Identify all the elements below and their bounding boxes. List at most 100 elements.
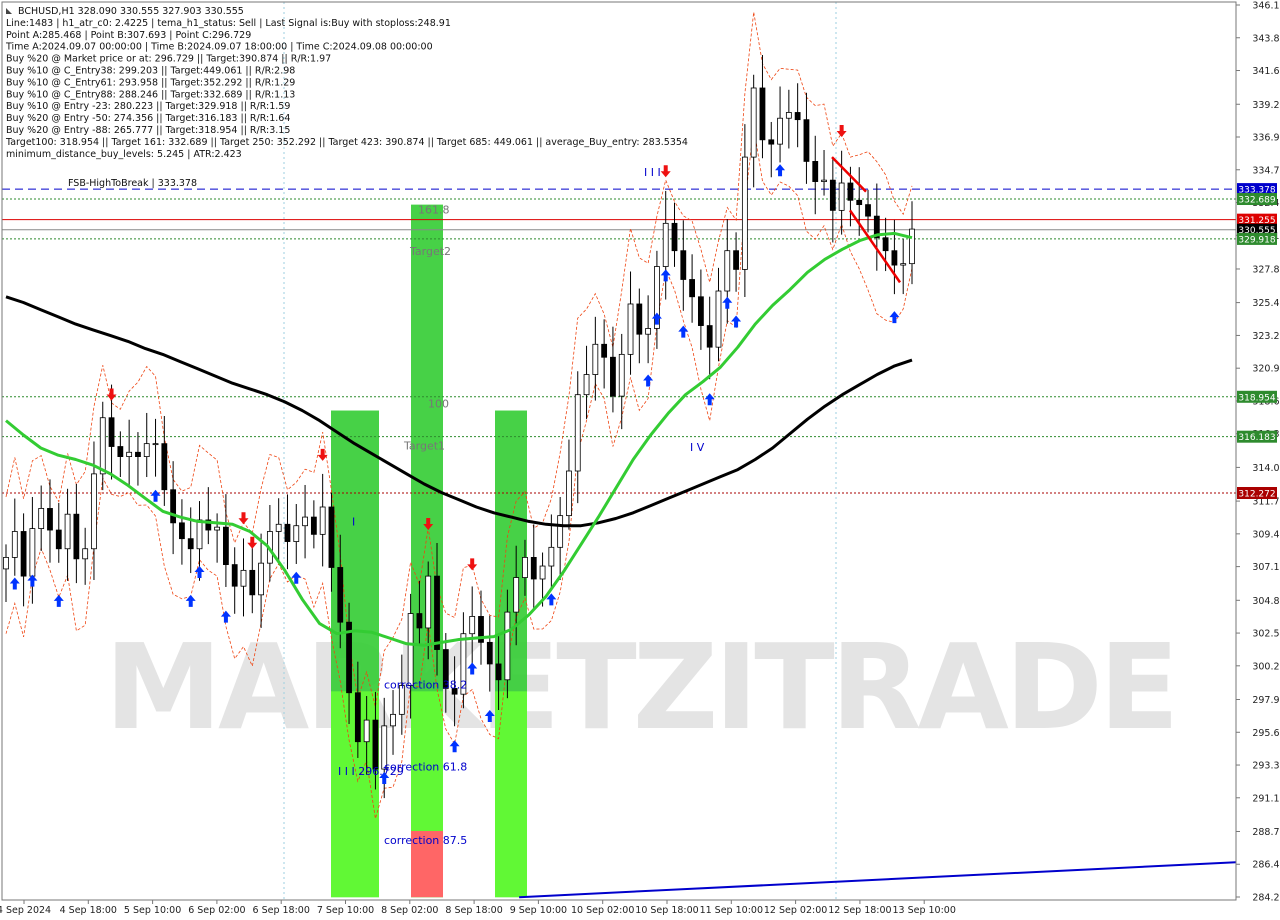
candle bbox=[566, 439, 572, 530]
symbol-triangle-icon bbox=[6, 8, 12, 14]
price-tag-label: 312.272 bbox=[1238, 490, 1275, 500]
fib-bar-lower-3 bbox=[495, 691, 527, 898]
candle-body bbox=[583, 374, 590, 396]
candle bbox=[99, 401, 106, 491]
candle bbox=[170, 461, 177, 555]
x-tick-label: 9 Sep 10:00 bbox=[510, 905, 567, 916]
y-tick-label: 302.545 bbox=[1252, 629, 1280, 640]
candle-body bbox=[231, 564, 238, 587]
candle bbox=[741, 124, 748, 298]
x-tick-label: 7 Sep 10:00 bbox=[317, 905, 374, 916]
candle-body bbox=[566, 470, 572, 517]
candle-body bbox=[829, 179, 836, 211]
candle bbox=[733, 232, 739, 292]
header-info-layer: BCHUSD,H1 328.090 330.555 327.903 330.55… bbox=[5, 6, 688, 160]
annotation-correction: correction 87.5 bbox=[384, 834, 467, 847]
candle bbox=[785, 89, 792, 149]
buy-arrow-icon bbox=[643, 374, 654, 387]
sell-arrow-icon bbox=[238, 512, 249, 525]
candle bbox=[750, 74, 757, 188]
candle-body bbox=[592, 343, 599, 375]
candle bbox=[64, 488, 71, 581]
header-line: Buy %20 @ Entry -50: 274.356 || Target:3… bbox=[6, 113, 290, 124]
candle-body bbox=[99, 417, 106, 475]
candle-body bbox=[900, 263, 907, 266]
buy-arrow-icon bbox=[731, 315, 742, 328]
annotation-fib: Target2 bbox=[409, 245, 451, 258]
candle bbox=[873, 183, 880, 271]
candle bbox=[618, 333, 625, 430]
candle bbox=[803, 92, 810, 184]
candle-body bbox=[170, 489, 177, 524]
candle bbox=[865, 189, 871, 233]
y-tick-label: 336.995 bbox=[1252, 133, 1280, 144]
candle-body bbox=[522, 556, 528, 578]
candle-body bbox=[319, 506, 326, 535]
candle-body bbox=[530, 556, 537, 580]
x-tick-label: 10 Sep 02:00 bbox=[571, 905, 634, 916]
annotation-wave: I I I 296.729 bbox=[338, 765, 404, 778]
annotation-fib: Target1 bbox=[403, 439, 445, 452]
candle-body bbox=[73, 513, 80, 560]
candle-body bbox=[223, 526, 229, 565]
candle-body bbox=[126, 451, 133, 458]
candle bbox=[530, 524, 537, 610]
y-tick-label: 323.215 bbox=[1252, 331, 1280, 342]
candle bbox=[759, 54, 766, 159]
buy-arrow-icon bbox=[27, 574, 38, 587]
x-tick-label: 4 Sep 2024 bbox=[0, 905, 51, 916]
candle-body bbox=[64, 513, 71, 550]
candle-body bbox=[434, 575, 440, 650]
y-tick-label: 300.270 bbox=[1252, 661, 1280, 672]
candle bbox=[135, 432, 141, 486]
header-line: Buy %20 @ Entry -88: 265.777 || Target:3… bbox=[6, 125, 290, 136]
candle-body bbox=[328, 506, 335, 568]
candle-body bbox=[425, 575, 432, 629]
candle-body bbox=[777, 117, 783, 145]
candle bbox=[812, 135, 819, 215]
candle-body bbox=[240, 569, 247, 587]
candle-body bbox=[671, 222, 678, 252]
candle-body bbox=[706, 325, 713, 348]
price-tag-label: 316.183 bbox=[1238, 433, 1275, 443]
candle-body bbox=[416, 613, 423, 629]
y-tick-label: 288.765 bbox=[1252, 827, 1280, 838]
y-tick-label: 339.270 bbox=[1252, 100, 1280, 111]
candle-body bbox=[108, 417, 115, 447]
candle-body bbox=[759, 87, 766, 141]
candle-body bbox=[733, 250, 739, 270]
candle-body bbox=[618, 353, 625, 397]
sell-arrow-icon bbox=[836, 124, 847, 137]
header-line: Point A:285.468 | Point B:307.693 | Poin… bbox=[6, 30, 251, 41]
candle bbox=[671, 202, 678, 267]
candle bbox=[38, 485, 45, 552]
header-line: Buy %10 @ C_Entry61: 293.958 || Target:3… bbox=[6, 77, 295, 88]
candle-body bbox=[293, 525, 300, 542]
y-tick-label: 297.930 bbox=[1252, 695, 1280, 706]
header-line: BCHUSD,H1 328.090 330.555 327.903 330.55… bbox=[18, 6, 244, 17]
candle-body bbox=[909, 228, 915, 265]
candle-body bbox=[610, 356, 616, 397]
candle-body bbox=[513, 577, 520, 613]
candle-body bbox=[785, 112, 792, 119]
candle bbox=[161, 415, 168, 506]
candle-body bbox=[363, 719, 370, 743]
candle-body bbox=[856, 199, 863, 206]
x-tick-label: 5 Sep 10:00 bbox=[124, 905, 181, 916]
candle bbox=[214, 513, 221, 563]
candle-body bbox=[504, 611, 511, 681]
candle bbox=[592, 316, 599, 401]
candle bbox=[126, 419, 133, 486]
buy-arrow-icon bbox=[150, 489, 161, 502]
x-tick-label: 6 Sep 02:00 bbox=[188, 905, 245, 916]
price-chart[interactable]: MARKETZITRADE FSB-HighToBreak | 333.378 … bbox=[0, 0, 1280, 920]
candle-body bbox=[469, 616, 476, 635]
candle bbox=[680, 220, 687, 311]
candle bbox=[11, 498, 18, 576]
candle-body bbox=[715, 290, 722, 348]
candle-body bbox=[249, 569, 256, 596]
x-tick-label: 10 Sep 18:00 bbox=[635, 905, 698, 916]
candle bbox=[645, 295, 652, 364]
candle bbox=[601, 319, 608, 389]
candle-body bbox=[214, 526, 221, 531]
